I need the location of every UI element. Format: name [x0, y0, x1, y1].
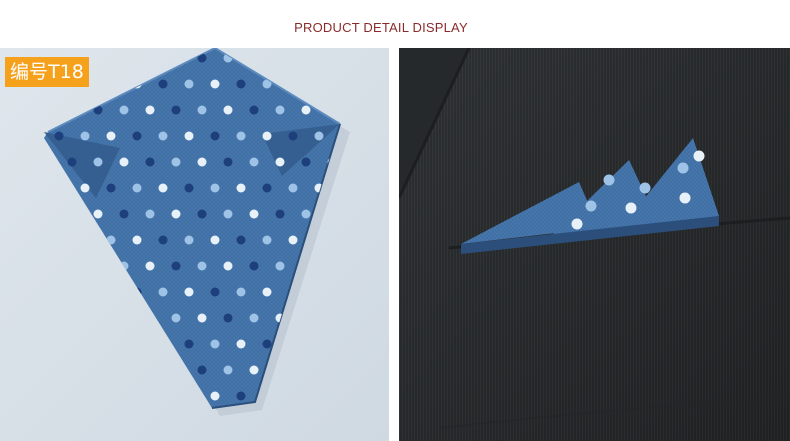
- polka-dot: [132, 183, 142, 193]
- polka-dot: [184, 183, 194, 193]
- polka-dot: [184, 79, 194, 89]
- polka-dot: [301, 157, 311, 167]
- polka-dot: [210, 131, 220, 141]
- polka-dot: [145, 209, 155, 219]
- polka-dot: [145, 105, 155, 115]
- polka-dot: [236, 391, 246, 401]
- polka-dot: [223, 261, 233, 271]
- polka-dot: [119, 157, 129, 167]
- polka-dot: [223, 105, 233, 115]
- polka-dot: [585, 200, 597, 212]
- polka-dot: [236, 183, 246, 193]
- polka-dot: [314, 131, 324, 141]
- polka-dot: [197, 209, 207, 219]
- polka-dot: [223, 157, 233, 167]
- polka-dot: [236, 131, 246, 141]
- polka-dot: [158, 287, 168, 297]
- polka-dot: [93, 209, 103, 219]
- polka-dot: [603, 174, 615, 186]
- polka-dot: [571, 218, 583, 230]
- polka-dot: [677, 162, 689, 174]
- polka-dot: [288, 183, 298, 193]
- polka-dot: [249, 105, 259, 115]
- polka-dot: [249, 313, 259, 323]
- product-photo-flat: 编号T18: [0, 48, 389, 441]
- polka-dot: [171, 157, 181, 167]
- polka-dot: [145, 157, 155, 167]
- polka-dot: [54, 131, 64, 141]
- polka-dot: [262, 131, 272, 141]
- polka-dot: [223, 209, 233, 219]
- polka-dot: [197, 261, 207, 271]
- polka-dot: [301, 105, 311, 115]
- polka-dot: [262, 183, 272, 193]
- polka-dot: [210, 183, 220, 193]
- polka-dot: [236, 79, 246, 89]
- polka-dot: [184, 235, 194, 245]
- polka-dot: [119, 209, 129, 219]
- polka-dot: [119, 105, 129, 115]
- polka-dot: [158, 79, 168, 89]
- polka-dot: [132, 235, 142, 245]
- polka-dot: [249, 157, 259, 167]
- polka-dot: [275, 105, 285, 115]
- polka-dot: [171, 209, 181, 219]
- polka-dot: [210, 339, 220, 349]
- pocket-square-flat-image: [0, 48, 389, 441]
- polka-dot: [210, 235, 220, 245]
- polka-dot: [106, 131, 116, 141]
- polka-dot: [158, 183, 168, 193]
- polka-dot: [184, 287, 194, 297]
- polka-dot: [249, 365, 259, 375]
- polka-dot: [158, 235, 168, 245]
- polka-dot: [262, 235, 272, 245]
- polka-dot: [197, 105, 207, 115]
- polka-dot: [184, 131, 194, 141]
- polka-dot: [197, 157, 207, 167]
- polka-dot: [80, 131, 90, 141]
- polka-dot: [93, 157, 103, 167]
- polka-dot: [236, 339, 246, 349]
- polka-dot: [223, 365, 233, 375]
- polka-dot: [106, 183, 116, 193]
- polka-dot: [145, 261, 155, 271]
- polka-dot: [132, 131, 142, 141]
- page-title: PRODUCT DETAIL DISPLAY: [294, 20, 468, 35]
- polka-dot: [158, 131, 168, 141]
- polka-dot: [301, 209, 311, 219]
- polka-dot: [236, 235, 246, 245]
- polka-dot: [184, 339, 194, 349]
- polka-dot: [275, 209, 285, 219]
- model-number-badge: 编号T18: [5, 57, 89, 87]
- polka-dot: [171, 313, 181, 323]
- polka-dot: [625, 202, 637, 214]
- polka-dot: [288, 131, 298, 141]
- polka-dot: [275, 157, 285, 167]
- polka-dot: [249, 261, 259, 271]
- polka-dot: [236, 287, 246, 297]
- header: PRODUCT DETAIL DISPLAY: [0, 0, 790, 48]
- polka-dot: [679, 192, 691, 204]
- polka-dot: [249, 209, 259, 219]
- polka-dot: [262, 339, 272, 349]
- polka-dot: [210, 287, 220, 297]
- polka-dot: [639, 182, 651, 194]
- polka-dot: [223, 313, 233, 323]
- polka-dot: [693, 150, 705, 162]
- polka-dot: [288, 235, 298, 245]
- polka-dot: [275, 261, 285, 271]
- product-detail-page: PRODUCT DETAIL DISPLAY 编号T18: [0, 0, 790, 441]
- polka-dot: [197, 365, 207, 375]
- polka-dot: [171, 261, 181, 271]
- polka-dot: [197, 313, 207, 323]
- polka-dot: [171, 105, 181, 115]
- pocket-square-in-suit-image: [399, 48, 790, 441]
- product-photo-in-pocket: [399, 48, 790, 441]
- polka-dot: [262, 287, 272, 297]
- polka-dot: [67, 157, 77, 167]
- polka-dot: [210, 391, 220, 401]
- polka-dot: [80, 183, 90, 193]
- polka-dot: [210, 79, 220, 89]
